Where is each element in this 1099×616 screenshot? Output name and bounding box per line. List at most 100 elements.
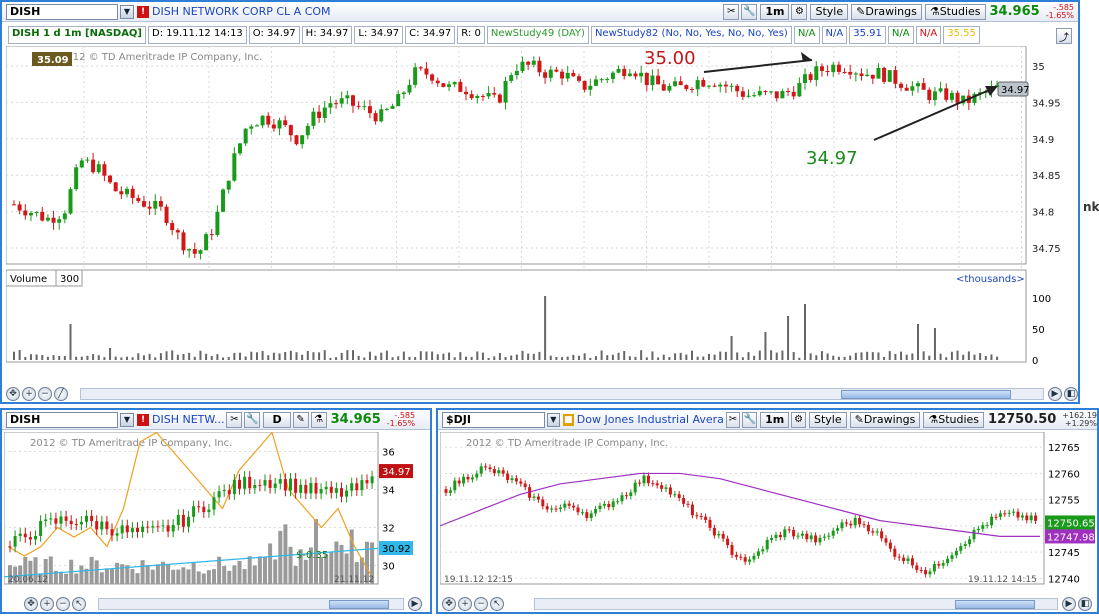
symbol-dropdown-icon[interactable]: ▼ — [120, 4, 134, 19]
volume-bar — [352, 350, 354, 360]
left-candle-body — [283, 479, 287, 491]
main-scrollbar[interactable] — [80, 388, 1044, 400]
right-candle-body — [642, 475, 646, 484]
right-candle-body — [998, 513, 1002, 517]
zoom-in-icon[interactable]: + — [22, 387, 36, 401]
right-studies-button[interactable]: ⚗ Studies — [923, 411, 985, 428]
tools-icon[interactable]: ✂ — [723, 3, 740, 20]
right-drawings-button[interactable]: ✎ Drawings — [849, 411, 921, 428]
left-scroll-right-icon[interactable]: ▶ — [408, 597, 422, 611]
candle-body — [712, 85, 717, 87]
right-style-gear-icon[interactable]: ⚙ — [791, 411, 806, 428]
style-gear-icon[interactable]: ⚙ — [791, 3, 808, 20]
volume-bar — [414, 357, 417, 360]
left-candle-body — [95, 521, 99, 530]
right-candle-body — [844, 522, 848, 524]
left-volume-bar — [237, 560, 242, 584]
candle-body — [752, 95, 757, 97]
volume-bar — [555, 357, 558, 360]
right-style-button[interactable]: Style — [809, 411, 847, 428]
left-period-button[interactable]: D — [263, 411, 291, 428]
right-candle-body — [888, 542, 892, 549]
right-symbol-input[interactable]: $DJI — [442, 411, 545, 428]
right-cursor-icon[interactable]: ↖ — [490, 597, 504, 611]
candle-body — [108, 175, 113, 183]
candle-body — [825, 70, 830, 73]
left-candle-body — [44, 519, 48, 521]
right-chart-window: $DJI ▼ ■ Dow Jones Industrial Average ✂ … — [436, 408, 1099, 614]
right-index-icon[interactable]: ■ — [562, 413, 574, 426]
right-tools-icon[interactable]: ✂ — [725, 411, 741, 428]
left-scrollbar[interactable] — [98, 598, 404, 610]
left-zoom-fit-icon[interactable]: ✥ — [24, 597, 38, 611]
candle-body — [882, 67, 887, 82]
price-chart[interactable]: 3534.9534.934.8534.834.7511:4011:5012:00… — [6, 46, 1072, 366]
zoom-out-icon[interactable]: − — [38, 387, 52, 401]
candle-body — [17, 204, 22, 211]
volume-bar — [860, 352, 863, 360]
right-candle-body — [809, 535, 813, 540]
left-cursor-icon[interactable]: ↖ — [72, 597, 86, 611]
right-candle-body — [572, 505, 576, 508]
candle-body — [125, 188, 129, 195]
right-studies-label: Studies — [938, 413, 980, 426]
study-value-8: NewStudy82 (No, No, Yes, No, No, Yes) — [590, 26, 792, 44]
period-button[interactable]: 1m — [760, 3, 790, 20]
right-candle-body — [686, 503, 690, 505]
candle-body — [729, 85, 734, 87]
left-scrollbar-thumb[interactable] — [329, 600, 389, 609]
study-value-0: DISH 1 d 1m [NASDAQ] — [8, 26, 147, 44]
scroll-right-icon[interactable]: ▶ — [1048, 387, 1062, 401]
left-draw-icon[interactable]: ✎ — [292, 411, 309, 428]
volume-bar — [63, 356, 66, 360]
left-price-chart[interactable]: 36 34 32 30 2012 © TD Ameritrade IP Company,… — [4, 432, 430, 594]
right-scrollbar[interactable] — [534, 598, 1058, 610]
drawings-button[interactable]: ✎ Drawings — [851, 3, 922, 20]
right-candle-body — [884, 538, 888, 543]
right-price-chart[interactable]: 1276512760127551275012745127402012 © TD … — [440, 432, 1097, 594]
right-candle-body — [576, 507, 580, 513]
volume-bar — [476, 351, 479, 360]
volume-bar — [883, 356, 886, 360]
chart-settings-icon[interactable]: ⤴ — [1056, 28, 1072, 44]
style-button[interactable]: Style — [810, 3, 849, 20]
alert-icon[interactable]: ! — [137, 5, 149, 18]
candle-body — [362, 106, 367, 108]
left-zoom-out-icon[interactable]: − — [56, 597, 70, 611]
zoom-fit-icon[interactable]: ✥ — [6, 387, 20, 401]
left-symbol-dropdown-icon[interactable]: ▼ — [120, 412, 134, 427]
expand-icon[interactable]: ◧ — [1064, 387, 1078, 401]
left-symbol-input[interactable]: DISH — [6, 411, 118, 428]
right-zoom-fit-icon[interactable]: ✥ — [442, 597, 456, 611]
right-zoom-out-icon[interactable]: − — [474, 597, 488, 611]
candle-body — [537, 60, 542, 73]
main-scrollbar-thumb[interactable] — [841, 390, 1011, 399]
right-scroll-right-icon[interactable]: ▶ — [1062, 597, 1076, 611]
left-volume-bar — [222, 566, 227, 584]
studies-button[interactable]: ⚗ Studies — [924, 3, 986, 20]
right-wrench-icon[interactable]: 🔧 — [742, 411, 758, 428]
candle-body — [769, 91, 774, 93]
candle-body — [921, 83, 926, 90]
draw-line-icon[interactable]: ╱ — [54, 387, 68, 401]
right-zoom-in-icon[interactable]: + — [458, 597, 472, 611]
left-volume-bar — [130, 568, 135, 584]
candle-body — [192, 249, 197, 254]
wrench-icon[interactable]: 🔧 — [741, 3, 758, 20]
right-expand-icon[interactable]: ◧ — [1078, 597, 1092, 611]
volume-bar — [103, 357, 106, 360]
candle-body — [690, 88, 694, 90]
symbol-input[interactable]: DISH — [6, 3, 118, 20]
right-symbol-dropdown-icon[interactable]: ▼ — [546, 412, 560, 427]
volume-bar — [75, 356, 78, 360]
left-zoom-in-icon[interactable]: + — [40, 597, 54, 611]
left-volume-bar — [176, 569, 181, 584]
candle-body — [865, 74, 870, 77]
left-wrench-icon[interactable]: 🔧 — [244, 411, 261, 428]
right-period-button[interactable]: 1m — [760, 411, 790, 428]
left-studies-icon[interactable]: ⚗ — [310, 411, 327, 428]
left-tools-icon[interactable]: ✂ — [226, 411, 243, 428]
left-alert-icon[interactable]: ! — [137, 413, 149, 426]
right-symbol-text: $DJI — [446, 413, 471, 426]
right-scrollbar-thumb[interactable] — [955, 600, 1035, 609]
